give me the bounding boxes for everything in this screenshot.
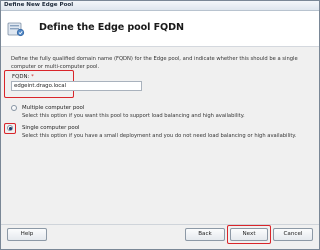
wizard-page-icon — [7, 22, 25, 37]
multiple-pool-description: Select this option if you want this pool… — [22, 113, 245, 119]
help-button[interactable]: Help — [7, 228, 47, 241]
single-pool-radio[interactable] — [7, 125, 13, 131]
page-title: Define the Edge pool FQDN — [39, 22, 184, 33]
footer-divider — [1, 224, 319, 225]
multiple-pool-radio[interactable] — [11, 105, 17, 111]
back-button[interactable]: Back — [185, 228, 225, 241]
wizard-window: Define New Edge Pool Define the Edge poo… — [0, 0, 320, 250]
page-description: Define the fully qualified domain name (… — [11, 56, 298, 70]
title-bar: Define New Edge Pool — [1, 1, 319, 11]
wizard-content: Define the fully qualified domain name (… — [1, 48, 319, 224]
single-pool-label[interactable]: Single computer pool — [22, 125, 80, 131]
required-marker: * — [31, 74, 34, 80]
fqdn-input[interactable] — [11, 81, 142, 91]
wizard-header: Define the Edge pool FQDN — [1, 11, 319, 47]
single-pool-description: Select this option if you have a small d… — [22, 133, 297, 139]
cancel-button[interactable]: Cancel — [273, 228, 313, 241]
fqdn-label-text: FQDN: — [12, 74, 30, 80]
multiple-pool-label[interactable]: Multiple computer pool — [22, 105, 84, 111]
fqdn-label: FQDN: * — [12, 74, 34, 80]
next-button[interactable]: Next — [230, 228, 268, 241]
window-title: Define New Edge Pool — [4, 2, 74, 8]
